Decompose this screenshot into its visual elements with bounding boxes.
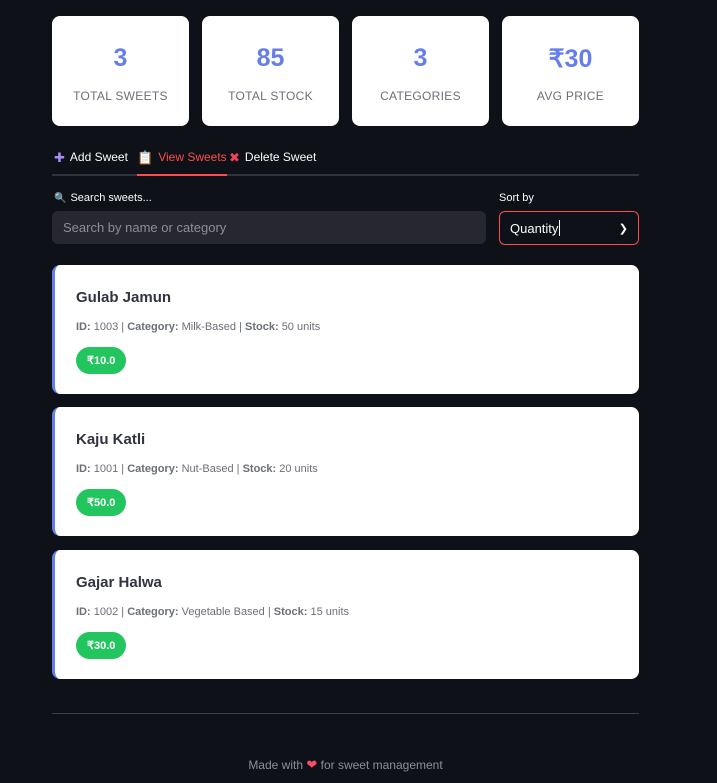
- metric-value: ₹30: [548, 45, 593, 73]
- id-label: ID:: [76, 321, 91, 333]
- metric-label: TOTAL SWEETS: [73, 89, 168, 103]
- metrics-row: 3 TOTAL SWEETS 85 TOTAL STOCK 3 CATEGORI…: [52, 16, 639, 126]
- price-badge: ₹10.0: [76, 347, 127, 374]
- footer: Made with ❤ for sweet management: [52, 757, 639, 773]
- category-label: Category:: [127, 321, 179, 333]
- tab-label: Add Sweet: [69, 150, 128, 164]
- sort-value: Quantity: [510, 220, 559, 236]
- metric-total-sweets: 3 TOTAL SWEETS: [52, 16, 189, 126]
- id-label: ID:: [76, 463, 91, 475]
- sweet-id: 1002: [93, 606, 119, 618]
- sweet-card: Gajar Halwa ID: 1002 | Category: Vegetab…: [52, 550, 639, 679]
- tab-label: Delete Sweet: [244, 150, 317, 164]
- id-label: ID:: [76, 606, 91, 618]
- chevron-down-icon: ❯: [618, 222, 628, 235]
- sweet-category: Nut-Based: [181, 463, 234, 475]
- stock-label: Stock:: [273, 606, 308, 618]
- clipboard-icon: 📋: [137, 149, 154, 165]
- tab-label: View Sweets: [158, 150, 227, 164]
- sweet-meta: ID: 1001 | Category: Nut-Based | Stock: …: [76, 463, 318, 475]
- metric-label: AVG PRICE: [536, 89, 605, 103]
- metric-value: 3: [113, 44, 128, 72]
- sweet-card: Gulab Jamun ID: 1003 | Category: Milk-Ba…: [52, 265, 639, 394]
- stock-label: Stock:: [245, 321, 279, 333]
- category-label: Category:: [127, 606, 179, 618]
- sweet-category: Vegetable Based: [181, 606, 265, 618]
- sweet-id: 1003: [93, 321, 119, 333]
- search-input[interactable]: [52, 211, 486, 244]
- sort-select[interactable]: Quantity ❯: [499, 211, 639, 245]
- metric-value: 85: [256, 44, 285, 72]
- price-badge: ₹30.0: [76, 632, 127, 659]
- metric-label: CATEGORIES: [380, 89, 461, 103]
- sweet-stock: 20 units: [279, 463, 318, 475]
- sweet-category: Milk-Based: [181, 321, 237, 333]
- tab-bar: ✚ Add Sweet 📋 View Sweets ✖ Delete Sweet: [52, 140, 639, 176]
- text-cursor: [559, 220, 561, 236]
- metric-avg-price: ₹30 AVG PRICE: [502, 16, 639, 126]
- metric-value: 3: [413, 44, 428, 72]
- footer-prefix: Made with: [248, 758, 304, 772]
- tab-view-sweets[interactable]: 📋 View Sweets: [137, 140, 227, 176]
- heart-icon: ❤: [306, 757, 318, 772]
- tab-delete-sweet[interactable]: ✖ Delete Sweet: [229, 140, 316, 174]
- sweet-meta: ID: 1002 | Category: Vegetable Based | S…: [76, 606, 349, 618]
- sort-label: Sort by: [499, 192, 534, 204]
- stock-label: Stock:: [242, 463, 277, 475]
- metric-label: TOTAL STOCK: [228, 89, 313, 103]
- tab-add-sweet[interactable]: ✚ Add Sweet: [54, 140, 128, 174]
- category-label: Category:: [127, 463, 179, 475]
- cross-icon: ✖: [229, 149, 240, 165]
- search-label-text: Search sweets...: [70, 192, 152, 204]
- magnifier-icon: 🔍: [54, 192, 67, 204]
- search-label: 🔍 Search sweets...: [54, 192, 152, 204]
- sweet-name: Gulab Jamun: [76, 289, 172, 306]
- price-badge: ₹50.0: [76, 489, 127, 516]
- sweet-name: Kaju Katli: [76, 431, 146, 448]
- divider: [52, 713, 639, 714]
- sweet-stock: 15 units: [310, 606, 349, 618]
- sweet-name: Gajar Halwa: [76, 574, 162, 591]
- sweet-stock: 50 units: [281, 321, 321, 333]
- metric-categories: 3 CATEGORIES: [352, 16, 489, 126]
- footer-suffix: for sweet management: [320, 758, 443, 772]
- sweet-id: 1001: [93, 463, 119, 475]
- metric-total-stock: 85 TOTAL STOCK: [202, 16, 339, 126]
- plus-icon: ✚: [54, 149, 65, 165]
- sweet-meta: ID: 1003 | Category: Milk-Based | Stock:…: [76, 321, 321, 333]
- sweet-card: Kaju Katli ID: 1001 | Category: Nut-Base…: [52, 407, 639, 536]
